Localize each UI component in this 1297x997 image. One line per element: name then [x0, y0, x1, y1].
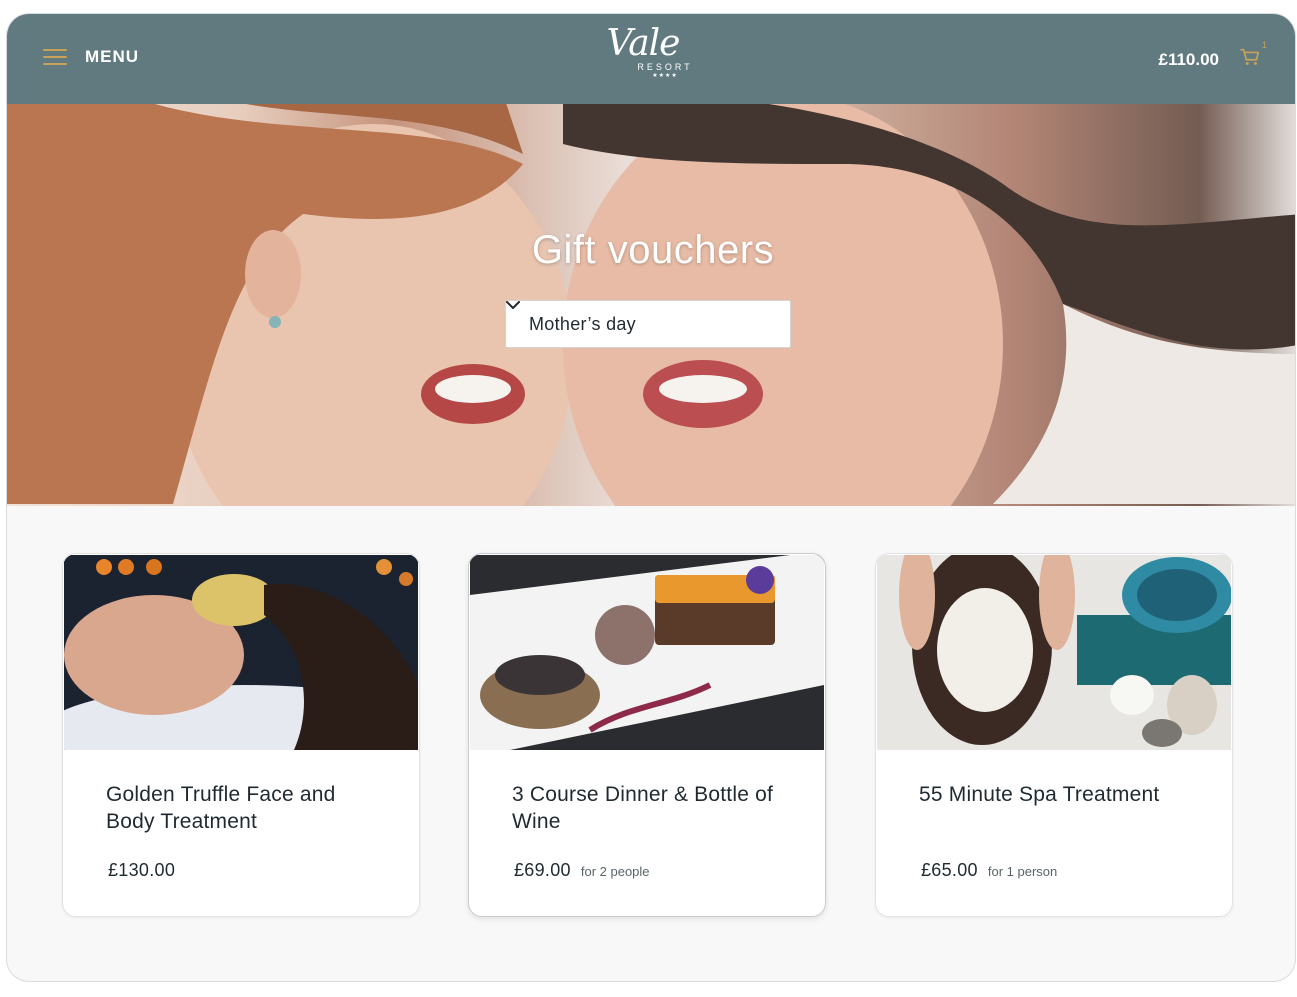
page-title: Gift vouchers [531, 228, 775, 272]
voucher-card[interactable]: Golden Truffle Face and Body Treatment £… [62, 553, 420, 917]
voucher-price: £65.00 [921, 860, 978, 880]
voucher-price-note: for 1 person [987, 864, 1058, 879]
voucher-price: £69.00 [514, 860, 571, 880]
cart-button[interactable]: £110.00 1 [1158, 40, 1267, 73]
cart-count-badge: 1 [1261, 40, 1267, 50]
cart-icon-wrap: 1 [1239, 40, 1267, 73]
voucher-card[interactable]: 3 Course Dinner & Bottle of Wine £69.00 … [468, 553, 826, 917]
voucher-title: Golden Truffle Face and Body Treatment [106, 783, 336, 833]
logo[interactable]: Vale RESORT ★★★★ [597, 24, 707, 98]
site-header: MENU Vale RESORT ★★★★ £110.00 1 [7, 14, 1295, 104]
voucher-title: 3 Course Dinner & Bottle of Wine [512, 783, 774, 833]
voucher-title: 55 Minute Spa Treatment [919, 783, 1160, 806]
voucher-image [470, 555, 824, 750]
voucher-image [64, 555, 418, 750]
page-frame: MENU Vale RESORT ★★★★ £110.00 1 Gift vou… [7, 14, 1295, 981]
voucher-price: £130.00 [108, 860, 176, 880]
logo-stars: ★★★★ [652, 73, 678, 79]
cart-total: £110.00 [1158, 49, 1219, 69]
voucher-price-row: £65.00 for 1 person [921, 860, 1057, 881]
hero-banner: Gift vouchers Mother’s day [7, 104, 1295, 506]
voucher-image [877, 555, 1231, 750]
voucher-price-row: £130.00 [108, 860, 185, 881]
menu-button[interactable]: MENU [43, 47, 139, 67]
occasion-select-value: Mother’s day [529, 313, 636, 334]
voucher-price-row: £69.00 for 2 people [514, 860, 650, 881]
voucher-card[interactable]: 55 Minute Spa Treatment £65.00 for 1 per… [875, 553, 1233, 917]
menu-icon [43, 48, 67, 66]
menu-label: MENU [85, 47, 140, 66]
voucher-price-note: for 2 people [580, 864, 650, 879]
occasion-select[interactable]: Mother’s day [505, 300, 791, 348]
cart-icon [1240, 48, 1260, 65]
logo-script: Vale [606, 23, 681, 64]
chevron-down-icon [506, 301, 520, 309]
